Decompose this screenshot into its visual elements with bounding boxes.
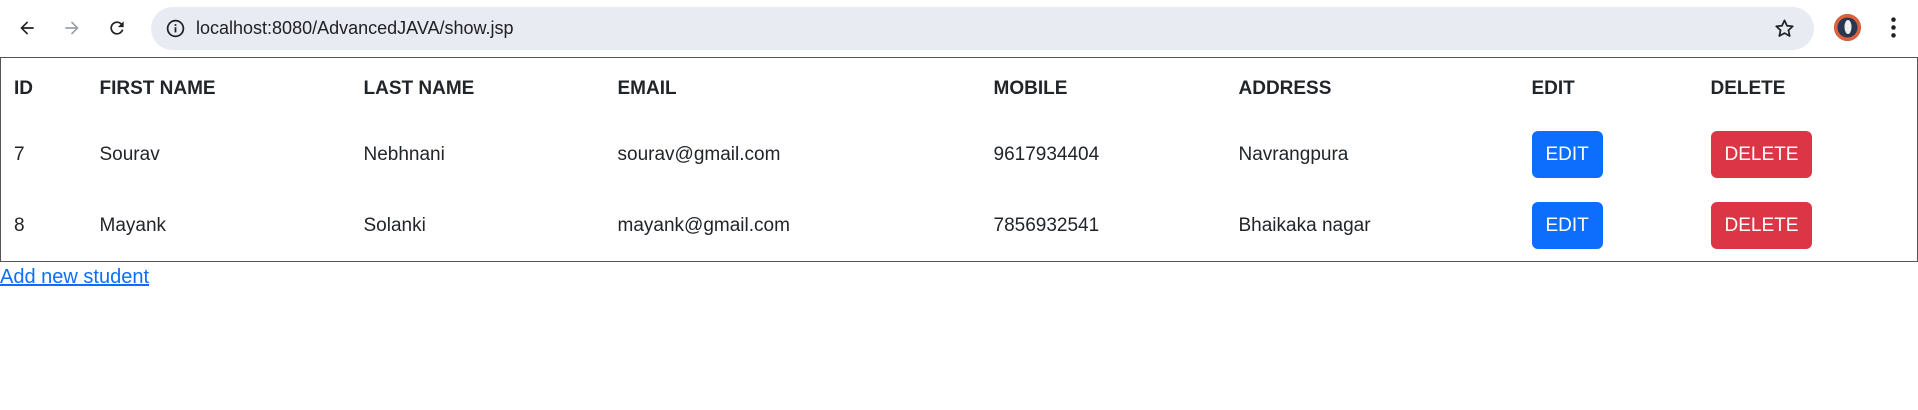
forward-button[interactable]	[54, 10, 90, 46]
cell-address: Navrangpura	[1238, 143, 1349, 165]
cell-last-name: Solanki	[363, 214, 426, 236]
table-header-row: ID FIRST NAME LAST NAME EMAIL MOBILE ADD…	[1, 58, 1918, 120]
site-info-icon[interactable]	[165, 18, 186, 39]
edit-button[interactable]: EDIT	[1531, 131, 1603, 178]
star-icon[interactable]	[1773, 17, 1796, 40]
avatar[interactable]	[1834, 14, 1861, 41]
header-email: EMAIL	[617, 77, 677, 99]
url-text[interactable]: localhost:8080/AdvancedJAVA/show.jsp	[196, 7, 514, 50]
reload-button[interactable]	[99, 10, 135, 46]
header-delete: DELETE	[1710, 77, 1786, 99]
address-bar[interactable]: localhost:8080/AdvancedJAVA/show.jsp	[151, 7, 1814, 50]
cell-mobile: 7856932541	[993, 214, 1100, 236]
header-id: ID	[14, 77, 33, 99]
cell-first-name: Mayank	[99, 214, 167, 236]
table-row: 8 Mayank Solanki mayank@gmail.com 785693…	[1, 190, 1918, 262]
delete-button[interactable]: DELETE	[1710, 131, 1813, 178]
cell-address: Bhaikaka nagar	[1238, 214, 1371, 236]
cell-delete: DELETE	[1698, 119, 1918, 190]
reload-icon	[110, 21, 124, 35]
cell-edit: EDIT	[1519, 119, 1698, 190]
cell-id: 7	[14, 143, 25, 165]
cell-delete: DELETE	[1698, 190, 1918, 262]
browser-toolbar: localhost:8080/AdvancedJAVA/show.jsp	[0, 0, 1918, 57]
back-button[interactable]	[9, 10, 45, 46]
students-table: ID FIRST NAME LAST NAME EMAIL MOBILE ADD…	[0, 57, 1918, 262]
arrow-right-icon	[65, 21, 79, 35]
cell-id: 8	[14, 214, 25, 236]
edit-button[interactable]: EDIT	[1531, 202, 1603, 249]
page-content: ID FIRST NAME LAST NAME EMAIL MOBILE ADD…	[0, 57, 1918, 289]
header-first-name: FIRST NAME	[99, 77, 216, 99]
cell-last-name: Nebhnani	[363, 143, 445, 165]
cell-email: mayank@gmail.com	[617, 214, 790, 236]
cell-edit: EDIT	[1519, 190, 1698, 262]
header-mobile: MOBILE	[993, 77, 1068, 99]
cell-first-name: Sourav	[99, 143, 160, 165]
delete-button[interactable]: DELETE	[1710, 202, 1813, 249]
header-address: ADDRESS	[1238, 77, 1332, 99]
table-row: 7 Sourav Nebhnani sourav@gmail.com 96179…	[1, 119, 1918, 190]
arrow-left-icon	[20, 21, 34, 35]
cell-email: sourav@gmail.com	[617, 143, 781, 165]
add-new-student-link[interactable]: Add new student	[0, 266, 149, 289]
cell-mobile: 9617934404	[993, 143, 1100, 165]
kebab-menu-icon[interactable]	[1880, 14, 1907, 41]
header-edit: EDIT	[1531, 77, 1575, 99]
header-last-name: LAST NAME	[363, 77, 475, 99]
